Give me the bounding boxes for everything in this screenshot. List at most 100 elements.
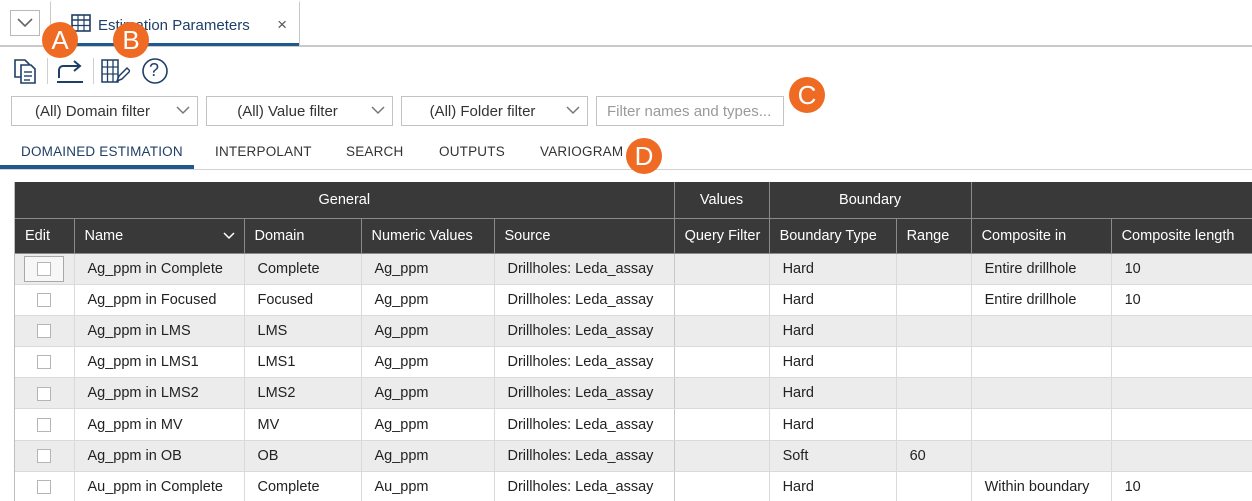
- name-cell[interactable]: Ag_ppm in LMS1: [74, 346, 245, 379]
- range-cell[interactable]: [896, 253, 972, 285]
- query-filter-cell[interactable]: [674, 253, 770, 285]
- domain-cell[interactable]: LMS2: [244, 377, 362, 410]
- help-button[interactable]: ?: [140, 56, 170, 86]
- close-tab-button[interactable]: ×: [277, 16, 287, 34]
- table-row[interactable]: Ag_ppm in LMS1 LMS1 Ag_ppm Drillholes: L…: [15, 346, 1252, 379]
- column-header-query-filter[interactable]: Query Filter: [674, 218, 770, 254]
- numeric-values-cell[interactable]: Ag_ppm: [361, 346, 495, 379]
- domain-cell[interactable]: LMS1: [244, 346, 362, 379]
- table-row[interactable]: Ag_ppm in OB OB Ag_ppm Drillholes: Leda_…: [15, 440, 1252, 472]
- query-filter-cell[interactable]: [674, 315, 770, 348]
- composite-length-cell[interactable]: [1111, 346, 1252, 379]
- domain-cell[interactable]: OB: [244, 440, 362, 472]
- edit-cell[interactable]: [15, 284, 75, 316]
- domain-filter-dropdown[interactable]: (All) Domain filter: [11, 96, 198, 126]
- composite-in-cell[interactable]: [971, 315, 1112, 348]
- name-cell[interactable]: Ag_ppm in Complete: [74, 253, 245, 285]
- edit-columns-button[interactable]: [99, 56, 131, 86]
- source-cell[interactable]: Drillholes: Leda_assay: [494, 346, 675, 379]
- name-cell[interactable]: Ag_ppm in LMS2: [74, 377, 245, 410]
- column-header-name[interactable]: Name: [74, 218, 245, 254]
- edit-checkbox[interactable]: [37, 355, 52, 370]
- composite-length-cell[interactable]: [1111, 408, 1252, 441]
- column-header-boundary-type[interactable]: Boundary Type: [769, 218, 897, 254]
- range-cell[interactable]: [896, 346, 972, 379]
- table-row[interactable]: Ag_ppm in LMS2 LMS2 Ag_ppm Drillholes: L…: [15, 377, 1252, 410]
- composite-in-cell[interactable]: Within boundary: [971, 471, 1112, 501]
- edit-checkbox[interactable]: [37, 480, 52, 495]
- table-row[interactable]: Ag_ppm in Focused Focused Ag_ppm Drillho…: [15, 284, 1252, 316]
- composite-length-cell[interactable]: 10: [1111, 471, 1252, 501]
- copy-button[interactable]: [10, 56, 40, 86]
- table-row[interactable]: Ag_ppm in MV MV Ag_ppm Drillholes: Leda_…: [15, 408, 1252, 441]
- edit-cell[interactable]: [15, 253, 75, 285]
- boundary-type-cell[interactable]: Hard: [769, 284, 897, 316]
- column-header-range[interactable]: Range: [896, 218, 972, 254]
- boundary-type-cell[interactable]: Hard: [769, 408, 897, 441]
- numeric-values-cell[interactable]: Ag_ppm: [361, 440, 495, 472]
- column-header-domain[interactable]: Domain: [244, 218, 362, 254]
- column-header-source[interactable]: Source: [494, 218, 675, 254]
- range-cell[interactable]: [896, 284, 972, 316]
- composite-in-cell[interactable]: Entire drillhole: [971, 284, 1112, 316]
- domain-cell[interactable]: MV: [244, 408, 362, 441]
- numeric-values-cell[interactable]: Ag_ppm: [361, 253, 495, 285]
- numeric-values-cell[interactable]: Ag_ppm: [361, 408, 495, 441]
- source-cell[interactable]: Drillholes: Leda_assay: [494, 471, 675, 501]
- source-cell[interactable]: Drillholes: Leda_assay: [494, 284, 675, 316]
- composite-length-cell[interactable]: [1111, 440, 1252, 472]
- edit-checkbox[interactable]: [37, 261, 52, 276]
- composite-in-cell[interactable]: [971, 408, 1112, 441]
- boundary-type-cell[interactable]: Hard: [769, 315, 897, 348]
- query-filter-cell[interactable]: [674, 440, 770, 472]
- column-header-numeric-values[interactable]: Numeric Values: [361, 218, 495, 254]
- composite-length-cell[interactable]: [1111, 377, 1252, 410]
- query-filter-cell[interactable]: [674, 346, 770, 379]
- boundary-type-cell[interactable]: Hard: [769, 471, 897, 501]
- range-cell[interactable]: [896, 377, 972, 410]
- edit-cell[interactable]: [15, 346, 75, 379]
- edit-checkbox[interactable]: [37, 292, 52, 307]
- name-cell[interactable]: Ag_ppm in Focused: [74, 284, 245, 316]
- column-header-composite-length[interactable]: Composite length: [1111, 218, 1252, 254]
- query-filter-cell[interactable]: [674, 284, 770, 316]
- composite-length-cell[interactable]: 10: [1111, 284, 1252, 316]
- composite-length-cell[interactable]: [1111, 315, 1252, 348]
- filter-names-input[interactable]: [596, 96, 784, 126]
- numeric-values-cell[interactable]: Ag_ppm: [361, 315, 495, 348]
- column-header-composite-in[interactable]: Composite in: [971, 218, 1112, 254]
- range-cell[interactable]: [896, 408, 972, 441]
- edit-cell[interactable]: [15, 377, 75, 410]
- composite-length-cell[interactable]: 10: [1111, 253, 1252, 285]
- source-cell[interactable]: Drillholes: Leda_assay: [494, 440, 675, 472]
- domain-cell[interactable]: Focused: [244, 284, 362, 316]
- source-cell[interactable]: Drillholes: Leda_assay: [494, 315, 675, 348]
- name-cell[interactable]: Ag_ppm in MV: [74, 408, 245, 441]
- range-cell[interactable]: [896, 471, 972, 501]
- numeric-values-cell[interactable]: Ag_ppm: [361, 284, 495, 316]
- domain-cell[interactable]: LMS: [244, 315, 362, 348]
- edit-checkbox[interactable]: [37, 386, 52, 401]
- boundary-type-cell[interactable]: Hard: [769, 253, 897, 285]
- boundary-type-cell[interactable]: Hard: [769, 377, 897, 410]
- tab-list-dropdown[interactable]: [10, 10, 40, 36]
- name-cell[interactable]: Ag_ppm in LMS: [74, 315, 245, 348]
- domain-cell[interactable]: Complete: [244, 253, 362, 285]
- name-cell[interactable]: Au_ppm in Complete: [74, 471, 245, 501]
- boundary-type-cell[interactable]: Hard: [769, 346, 897, 379]
- table-row[interactable]: Ag_ppm in Complete Complete Ag_ppm Drill…: [15, 253, 1252, 285]
- tab-estimation-parameters[interactable]: Estimation Parameters ×: [50, 0, 300, 46]
- name-cell[interactable]: Ag_ppm in OB: [74, 440, 245, 472]
- range-cell[interactable]: [896, 315, 972, 348]
- numeric-values-cell[interactable]: Au_ppm: [361, 471, 495, 501]
- range-cell[interactable]: 60: [896, 440, 972, 472]
- tab-interpolant[interactable]: INTERPOLANT: [215, 144, 312, 159]
- numeric-values-cell[interactable]: Ag_ppm: [361, 377, 495, 410]
- table-row[interactable]: Au_ppm in Complete Complete Au_ppm Drill…: [15, 471, 1252, 501]
- domain-cell[interactable]: Complete: [244, 471, 362, 501]
- edit-cell[interactable]: [15, 440, 75, 472]
- source-cell[interactable]: Drillholes: Leda_assay: [494, 253, 675, 285]
- query-filter-cell[interactable]: [674, 377, 770, 410]
- export-button[interactable]: [54, 56, 86, 86]
- source-cell[interactable]: Drillholes: Leda_assay: [494, 377, 675, 410]
